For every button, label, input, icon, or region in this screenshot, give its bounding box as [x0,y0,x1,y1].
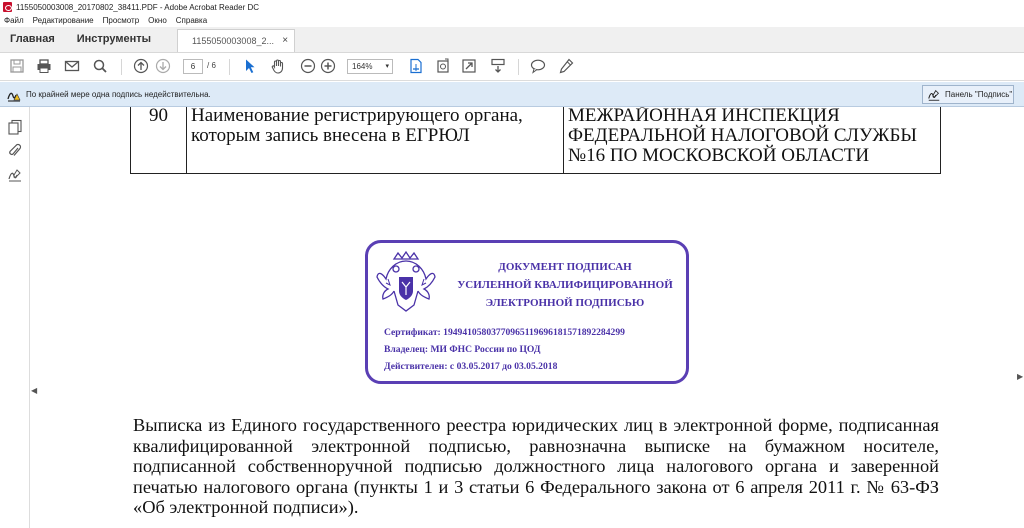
menu-view[interactable]: Просмотр [103,16,140,25]
scroll-mode-icon[interactable] [490,58,506,74]
stamp-owner: Владелец: МИ ФНС России по ЦОД [384,344,541,355]
toolbar-divider [229,59,230,75]
electronic-signature-stamp: ДОКУМЕНТ ПОДПИСАН УСИЛЕННОЙ КВАЛИФИЦИРОВ… [365,240,689,384]
pages-icon[interactable] [7,119,23,135]
menu-file[interactable]: Файл [4,16,24,25]
toolbar: 6 / 6 164% ▾ [0,53,1024,81]
menu-window[interactable]: Окно [148,16,167,25]
zoom-in-icon[interactable] [320,58,336,74]
select-cursor-icon[interactable] [242,58,258,74]
row-value-line: ФЕДЕРАЛЬНОЙ НАЛОГОВОЙ СЛУЖБЫ [568,125,917,146]
save-icon[interactable] [9,58,25,74]
fullscreen-icon[interactable] [461,58,477,74]
stamp-header: ДОКУМЕНТ ПОДПИСАН УСИЛЕННОЙ КВАЛИФИЦИРОВ… [438,258,692,312]
left-navigation-rail [0,107,30,528]
row-label: Наименование регистрирующего органа, кот… [186,107,564,174]
toolbar-divider [518,59,519,75]
stamp-header-line: УСИЛЕННОЙ КВАЛИФИЦИРОВАННОЙ [457,279,673,291]
row-value-line: МЕЖРАЙОННАЯ ИНСПЕКЦИЯ [568,107,840,126]
tab-home[interactable]: Главная [0,33,67,52]
hand-icon[interactable] [270,58,286,74]
tab-document[interactable]: 1155050003008_2... × [177,29,296,52]
page-number-input[interactable]: 6 [183,59,203,74]
chevron-down-icon: ▾ [385,63,389,70]
signature-pen-icon [928,89,940,101]
menu-bar: Файл Редактирование Просмотр Окно Справк… [0,14,1024,27]
print-icon[interactable] [36,58,52,74]
coat-of-arms-emblem [374,249,438,315]
acrobat-app-icon [3,2,12,12]
window-title: 1155050003008_20170802_38411.PDF - Adobe… [16,2,260,12]
page-total: / 6 [207,61,216,70]
zoom-out-icon[interactable] [300,58,316,74]
collapse-left-panel-icon[interactable]: ◀ [31,386,37,395]
zoom-level-select[interactable]: 164% ▾ [347,59,393,74]
row-value-line: №16 ПО МОСКОВСКОЙ ОБЛАСТИ [568,145,870,166]
search-icon[interactable] [92,58,108,74]
close-icon[interactable]: × [282,35,288,46]
page-up-icon[interactable] [133,58,149,74]
page-down-icon[interactable] [155,58,171,74]
legal-notice-paragraph: Выписка из Единого государственного реес… [133,415,939,517]
signature-infobar: По крайней мере одна подпись недействите… [0,82,1024,107]
signature-icon[interactable] [7,167,23,183]
fit-page-icon[interactable] [408,58,424,74]
egrul-record-table: 90 Наименование регистрирующего органа, … [130,107,941,174]
signature-warning-icon [6,87,22,103]
window-titlebar: 1155050003008_20170802_38411.PDF - Adobe… [0,0,1024,14]
collapse-right-panel-icon[interactable]: ▶ [1017,372,1023,381]
stamp-header-line: ДОКУМЕНТ ПОДПИСАН [498,261,632,273]
stamp-certificate: Сертификат: 1949410580377096511969618157… [384,327,625,338]
table-row: 90 Наименование регистрирующего органа, … [130,107,941,174]
tab-tools[interactable]: Инструменты [67,33,163,52]
menu-edit[interactable]: Редактирование [33,16,94,25]
signature-panel-label: Панель "Подпись" [945,90,1013,99]
vertical-scrollbar[interactable] [1016,107,1024,528]
row-number: 90 [130,107,187,174]
row-value: МЕЖРАЙОННАЯ ИНСПЕКЦИЯ ФЕДЕРАЛЬНОЙ НАЛОГО… [563,107,941,174]
attachment-icon[interactable] [7,143,23,159]
stamp-header-line: ЭЛЕКТРОННОЙ ПОДПИСЬЮ [485,297,645,309]
tab-bar: Главная Инструменты 1155050003008_2... × [0,27,1024,53]
rotate-icon[interactable] [435,58,451,74]
stamp-validity: Действителен: с 03.05.2017 до 03.05.2018 [384,361,558,372]
menu-help[interactable]: Справка [176,16,207,25]
toolbar-divider [121,59,122,75]
tab-document-label: 1155050003008_2... [192,36,274,46]
zoom-level-value: 164% [352,62,373,71]
comment-icon[interactable] [530,58,546,74]
highlight-pen-icon[interactable] [558,58,574,74]
signature-status-message: По крайней мере одна подпись недействите… [26,90,211,99]
signature-panel-button[interactable]: Панель "Подпись" [922,85,1014,104]
document-viewport[interactable]: 90 Наименование регистрирующего органа, … [40,107,1016,528]
email-icon[interactable] [64,58,80,74]
